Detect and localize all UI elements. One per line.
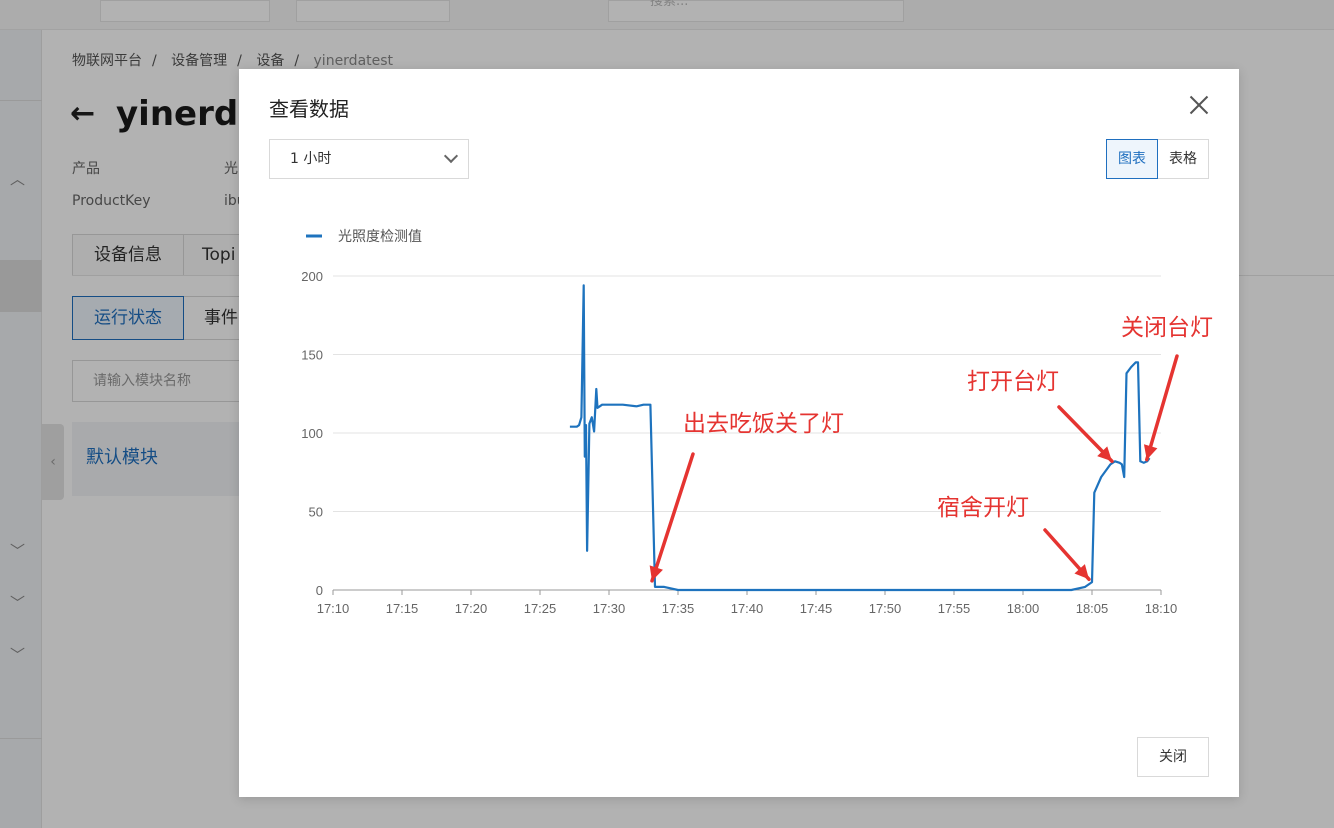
y-tick-label: 0 — [316, 583, 323, 598]
x-tick-label: 17:15 — [386, 601, 419, 616]
x-tick-label: 18:00 — [1007, 601, 1040, 616]
y-tick-label: 150 — [301, 348, 323, 363]
close-button[interactable]: 关闭 — [1137, 737, 1209, 777]
annotation-text: 出去吃饭关了灯 — [683, 411, 844, 437]
x-tick-label: 17:30 — [593, 601, 626, 616]
x-tick-label: 17:50 — [869, 601, 902, 616]
annotation-text: 宿舍开灯 — [937, 495, 1029, 521]
view-data-modal: 查看数据 1 小时 图表 表格 0 50 100 150 200 17:10 17:15 17… — [239, 69, 1239, 797]
annotation-text: 关闭台灯 — [1121, 315, 1213, 341]
series-line-光照度检测值 — [569, 284, 1151, 592]
x-tick-label: 17:40 — [731, 601, 764, 616]
y-tick-label: 100 — [301, 426, 323, 441]
x-tick-label: 17:20 — [455, 601, 488, 616]
x-tick-label: 18:05 — [1076, 601, 1109, 616]
y-tick-label: 50 — [309, 505, 323, 520]
line-chart: 0 50 100 150 200 17:10 17:15 17:20 17:25 17:30 17:… — [301, 229, 1179, 616]
x-tick-label: 18:10 — [1145, 601, 1178, 616]
x-tick-label: 17:35 — [662, 601, 695, 616]
legend-label: 光照度检测值 — [338, 229, 422, 245]
x-tick-label: 17:10 — [317, 601, 350, 616]
annotation-text: 打开台灯 — [967, 369, 1059, 395]
annotation-arrow — [1145, 354, 1179, 462]
y-tick-label: 200 — [301, 269, 323, 284]
annotation-arrow — [650, 452, 695, 583]
x-tick-label: 17:55 — [938, 601, 971, 616]
x-tick-label: 17:25 — [524, 601, 557, 616]
x-tick-label: 17:45 — [800, 601, 833, 616]
